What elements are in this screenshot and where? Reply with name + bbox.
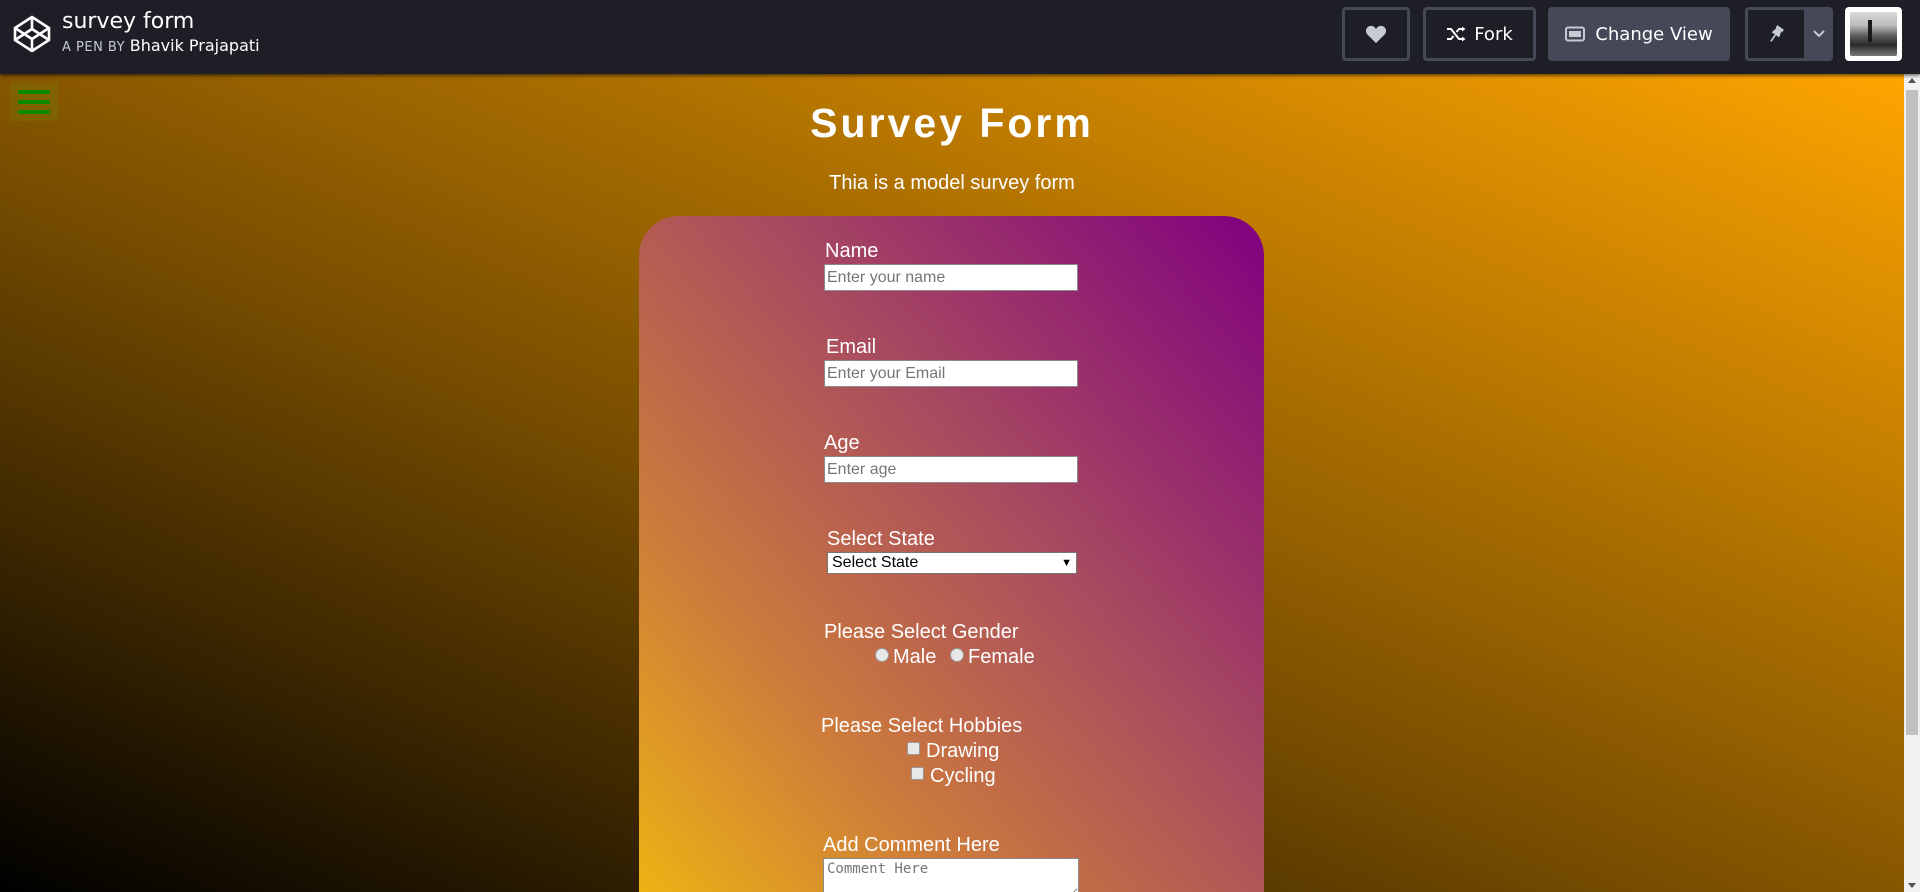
age-label: Age	[824, 432, 860, 454]
gender-female-label: Female	[968, 646, 1035, 668]
fork-button[interactable]: Fork	[1423, 7, 1536, 61]
gender-male-label: Male	[893, 646, 937, 668]
fork-icon	[1447, 26, 1466, 42]
scroll-up-arrow-icon[interactable]	[1908, 78, 1916, 83]
gender-label: Please Select Gender	[824, 621, 1019, 643]
user-avatar[interactable]	[1845, 7, 1902, 61]
name-label: Name	[825, 240, 879, 262]
pin-button[interactable]	[1745, 7, 1807, 61]
state-selected-value: Select State	[832, 554, 919, 571]
codepen-header: survey form A PEN BY Bhavik Prajapati Fo…	[0, 0, 1920, 74]
author-link[interactable]: Bhavik Prajapati	[130, 36, 260, 55]
change-view-button[interactable]: Change View	[1548, 7, 1730, 61]
heart-icon	[1365, 25, 1387, 44]
pen-info: survey form A PEN BY Bhavik Prajapati	[62, 8, 260, 58]
hobbies-label: Please Select Hobbies	[821, 715, 1023, 737]
codepen-logo-icon[interactable]	[12, 14, 52, 54]
page-title: Survey Form	[810, 100, 1094, 146]
pin-icon	[1770, 25, 1784, 42]
state-label: Select State	[827, 528, 935, 550]
pen-by-prefix: A PEN BY	[62, 40, 126, 55]
dropdown-arrow-icon: ▼	[1061, 557, 1072, 569]
pen-byline: A PEN BY Bhavik Prajapati	[62, 36, 260, 58]
scrollbar-thumb[interactable]	[1906, 90, 1918, 735]
age-input[interactable]	[824, 456, 1078, 483]
change-view-label: Change View	[1595, 23, 1713, 45]
hobby-cycling-label: Cycling	[930, 765, 996, 787]
hobby-drawing-label: Drawing	[926, 740, 1000, 762]
pen-preview: Survey Form Thia is a model survey form …	[0, 74, 1904, 892]
comment-textarea[interactable]	[823, 858, 1079, 892]
gender-male-radio[interactable]	[875, 648, 889, 662]
hobby-drawing-checkbox[interactable]	[907, 742, 920, 755]
avatar-image	[1850, 12, 1897, 56]
page-description: Thia is a model survey form	[829, 172, 1075, 194]
chevron-down-icon	[1813, 30, 1825, 38]
comment-label: Add Comment Here	[823, 834, 1000, 856]
change-view-icon	[1565, 26, 1586, 42]
scroll-down-arrow-icon[interactable]	[1908, 883, 1916, 888]
survey-form-card: Name Email Age Select State Select State…	[639, 216, 1264, 892]
pin-dropdown-button[interactable]	[1805, 7, 1833, 61]
pen-title[interactable]: survey form	[62, 8, 260, 36]
state-select[interactable]: Select State ▼	[827, 552, 1077, 574]
hobby-cycling-checkbox[interactable]	[911, 767, 924, 780]
email-label: Email	[826, 336, 877, 358]
name-input[interactable]	[824, 264, 1078, 291]
email-input[interactable]	[824, 360, 1078, 387]
like-button[interactable]	[1342, 7, 1410, 61]
fork-label: Fork	[1474, 23, 1513, 45]
gender-female-radio[interactable]	[950, 648, 964, 662]
vertical-scrollbar[interactable]	[1904, 74, 1920, 892]
